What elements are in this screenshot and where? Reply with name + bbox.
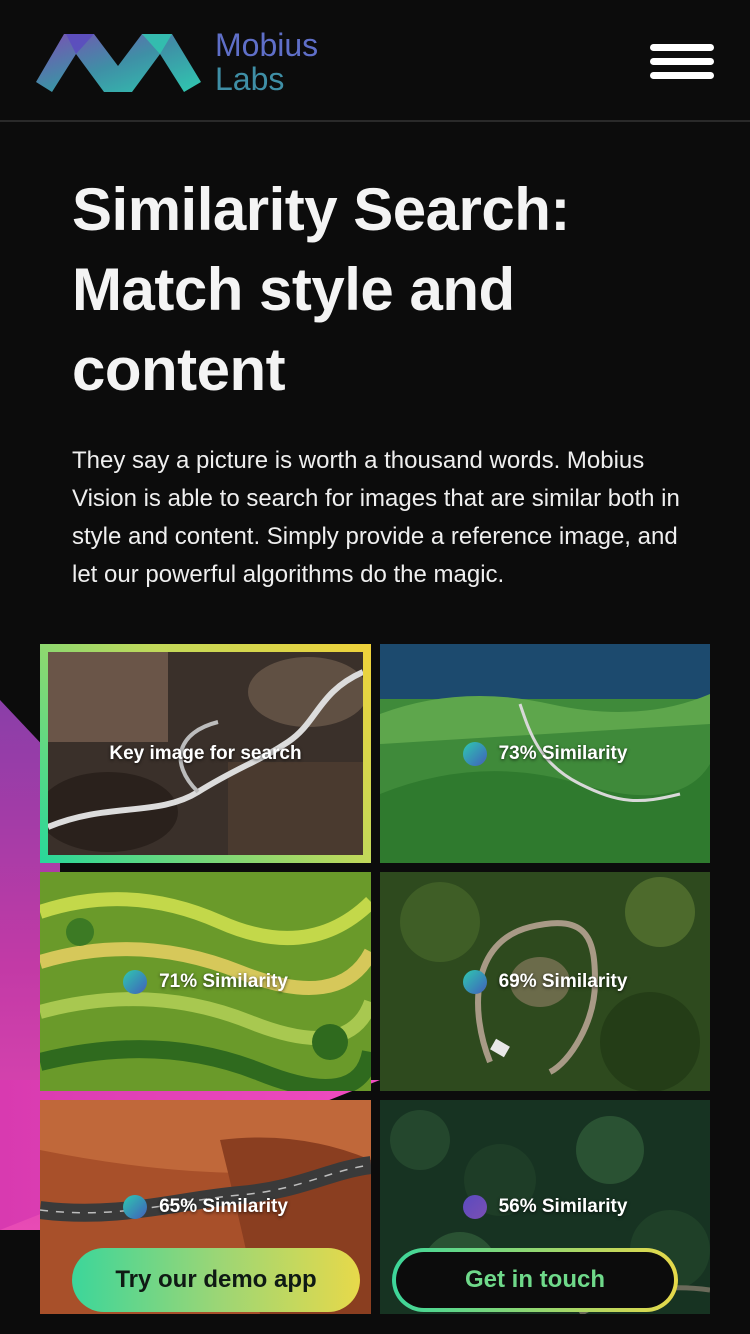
result-tile[interactable]: 73% Similarity xyxy=(380,644,710,863)
menu-bar xyxy=(650,72,714,79)
get-in-touch-button[interactable]: Get in touch xyxy=(392,1248,678,1312)
result-tile[interactable]: 69% Similarity xyxy=(380,872,710,1091)
brand-name[interactable]: Mobius Labs xyxy=(215,28,318,96)
key-image-label-text: Key image for search xyxy=(109,742,302,764)
similarity-label: 73% Similarity xyxy=(380,741,710,766)
similarity-dot-icon xyxy=(123,969,148,994)
similarity-dot-icon xyxy=(123,1195,148,1219)
brand-line-2: Labs xyxy=(215,61,285,97)
try-demo-app-button[interactable]: Try our demo app xyxy=(72,1248,360,1312)
menu-bar xyxy=(650,58,714,65)
similarity-text: 65% Similarity xyxy=(159,1196,288,1217)
hamburger-menu-icon[interactable] xyxy=(650,44,714,80)
similarity-label: 65% Similarity xyxy=(40,1195,371,1219)
similarity-dot-icon xyxy=(462,1195,487,1219)
similarity-text: 73% Similarity xyxy=(498,742,628,764)
similarity-text: 71% Similarity xyxy=(159,970,288,992)
brand-line-1: Mobius xyxy=(215,27,319,63)
page-title: Similarity Search: Match style and conte… xyxy=(72,176,570,403)
similarity-text: 69% Similarity xyxy=(498,970,628,992)
site-header: Mobius Labs xyxy=(0,0,750,122)
similarity-label: 69% Similarity xyxy=(380,969,710,994)
key-image-tile[interactable]: Key image for search xyxy=(40,644,371,863)
hero-description: They say a picture is worth a thousand w… xyxy=(72,447,680,588)
result-tile[interactable]: 71% Similarity xyxy=(40,872,371,1091)
similarity-dot-icon xyxy=(462,969,487,994)
key-image-label: Key image for search xyxy=(48,743,363,765)
similarity-text: 56% Similarity xyxy=(498,1196,628,1217)
similarity-label: 71% Similarity xyxy=(40,969,371,994)
similarity-dot-icon xyxy=(462,741,487,766)
mobius-logo-icon[interactable] xyxy=(36,30,201,94)
similarity-label: 56% Similarity xyxy=(380,1195,710,1219)
menu-bar xyxy=(650,44,714,51)
